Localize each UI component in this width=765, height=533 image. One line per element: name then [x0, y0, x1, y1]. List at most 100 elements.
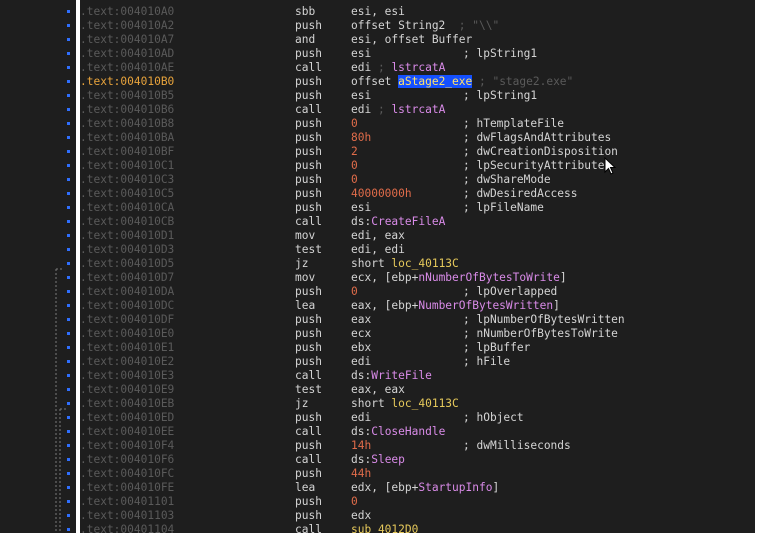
- breakpoint-dot-icon[interactable]: [67, 10, 70, 13]
- instruction-row[interactable]: .text:004010CA push esi ; lpFileName: [0, 201, 755, 215]
- operand-part[interactable]: StartupInfo: [418, 481, 492, 494]
- instruction-address[interactable]: .text:004010E1: [80, 341, 174, 355]
- instruction-operands[interactable]: ds:CreateFileA: [351, 215, 445, 229]
- breakpoint-dot-icon[interactable]: [67, 290, 70, 293]
- instruction-address[interactable]: .text:004010A2: [80, 19, 174, 33]
- instruction-row[interactable]: .text:00401101 push 0: [0, 495, 755, 509]
- instruction-mnemonic[interactable]: call: [295, 61, 322, 75]
- breakpoint-dot-icon[interactable]: [67, 150, 70, 153]
- instruction-address[interactable]: .text:004010B8: [80, 117, 174, 131]
- instruction-address[interactable]: .text:004010E0: [80, 327, 174, 341]
- instruction-address[interactable]: .text:004010CB: [80, 215, 174, 229]
- instruction-row[interactable]: .text:004010FE lea edx, [ebp+StartupInfo]: [0, 481, 755, 495]
- instruction-address[interactable]: .text:004010ED: [80, 411, 174, 425]
- instruction-operands[interactable]: esi, offset Buffer: [351, 33, 472, 47]
- instruction-mnemonic[interactable]: push: [295, 187, 322, 201]
- breakpoint-dot-icon[interactable]: [67, 52, 70, 55]
- breakpoint-dot-icon[interactable]: [67, 416, 70, 419]
- instruction-mnemonic[interactable]: mov: [295, 229, 315, 243]
- instruction-mnemonic[interactable]: call: [295, 453, 322, 467]
- breakpoint-dot-icon[interactable]: [67, 304, 70, 307]
- breakpoint-dot-icon[interactable]: [67, 164, 70, 167]
- instruction-mnemonic[interactable]: jz: [295, 257, 308, 271]
- instruction-row[interactable]: .text:004010DA push 0 ; lpOverlapped: [0, 285, 755, 299]
- instruction-mnemonic[interactable]: call: [295, 523, 322, 533]
- instruction-operands[interactable]: 80h: [351, 131, 371, 145]
- instruction-row[interactable]: .text:004010CB call ds:CreateFileA: [0, 215, 755, 229]
- instruction-operands[interactable]: edi: [351, 355, 371, 369]
- instruction-operands[interactable]: 0: [351, 159, 358, 173]
- instruction-operands[interactable]: edi ; lstrcatA: [351, 103, 445, 117]
- breakpoint-dot-icon[interactable]: [67, 206, 70, 209]
- instruction-row[interactable]: .text:004010D3 test edi, edi: [0, 243, 755, 257]
- breakpoint-dot-icon[interactable]: [67, 430, 70, 433]
- selected-operand[interactable]: aStage2_exe: [398, 75, 473, 88]
- instruction-address[interactable]: .text:004010AE: [80, 61, 174, 75]
- operand-part[interactable]: NumberOfBytesWritten: [418, 299, 553, 312]
- instruction-row[interactable]: .text:00401103 push edx: [0, 509, 755, 523]
- instruction-row[interactable]: .text:004010EE call ds:CloseHandle: [0, 425, 755, 439]
- instruction-operands[interactable]: offset String2 ; "\\": [351, 19, 499, 33]
- instruction-address[interactable]: .text:004010B6: [80, 103, 174, 117]
- instruction-operands[interactable]: short loc_40113C: [351, 397, 459, 411]
- operand-part[interactable]: lstrcatA: [391, 103, 445, 116]
- instruction-address[interactable]: .text:00401103: [80, 509, 174, 523]
- instruction-operands[interactable]: 0: [351, 173, 358, 187]
- instruction-address[interactable]: .text:004010C5: [80, 187, 174, 201]
- instruction-row[interactable]: .text:004010B6 call edi ; lstrcatA: [0, 103, 755, 117]
- instruction-mnemonic[interactable]: test: [295, 383, 322, 397]
- instruction-row[interactable]: .text:004010E2 push edi ; hFile: [0, 355, 755, 369]
- instruction-row[interactable]: .text:004010B5 push esi ; lpString1: [0, 89, 755, 103]
- instruction-row[interactable]: .text:004010D1 mov edi, eax: [0, 229, 755, 243]
- instruction-operands[interactable]: ecx, [ebp+nNumberOfBytesToWrite]: [351, 271, 567, 285]
- instruction-row[interactable]: .text:004010AD push esi ; lpString1: [0, 47, 755, 61]
- instruction-address[interactable]: .text:004010EE: [80, 425, 174, 439]
- instruction-address[interactable]: .text:004010D1: [80, 229, 174, 243]
- instruction-row[interactable]: .text:004010AE call edi ; lstrcatA: [0, 61, 755, 75]
- operand-part[interactable]: nNumberOfBytesToWrite: [418, 271, 559, 284]
- instruction-mnemonic[interactable]: lea: [295, 481, 315, 495]
- instruction-address[interactable]: .text:004010E9: [80, 383, 174, 397]
- disassembly-view[interactable]: .text:004010A0 sbb esi, esi .text:004010A2 p…: [0, 0, 755, 533]
- instruction-operands[interactable]: offset aStage2_exe ; "stage2.exe": [351, 75, 573, 89]
- breakpoint-dot-icon[interactable]: [67, 66, 70, 69]
- instruction-mnemonic[interactable]: lea: [295, 299, 315, 313]
- operand-part[interactable]: Sleep: [371, 453, 405, 466]
- instruction-operands[interactable]: 40000000h: [351, 187, 412, 201]
- instruction-row[interactable]: .text:004010DF push eax ; lpNumberOfBytesWr…: [0, 313, 755, 327]
- vertical-scrollbar[interactable]: [755, 0, 765, 533]
- operand-part[interactable]: lstrcatA: [391, 61, 445, 74]
- breakpoint-dot-icon[interactable]: [67, 374, 70, 377]
- instruction-address[interactable]: .text:004010F6: [80, 453, 174, 467]
- instruction-address[interactable]: .text:004010AD: [80, 47, 174, 61]
- breakpoint-dot-icon[interactable]: [67, 276, 70, 279]
- instruction-row[interactable]: .text:004010D5 jz short loc_40113C: [0, 257, 755, 271]
- breakpoint-dot-icon[interactable]: [67, 402, 70, 405]
- instruction-row[interactable]: .text:004010F4 push 14h ; dwMilliseconds: [0, 439, 755, 453]
- instruction-operands[interactable]: 0: [351, 285, 358, 299]
- instruction-row[interactable]: .text:004010FC push 44h: [0, 467, 755, 481]
- instruction-mnemonic[interactable]: push: [295, 439, 322, 453]
- instruction-operands[interactable]: edi ; lstrcatA: [351, 61, 445, 75]
- instruction-mnemonic[interactable]: call: [295, 425, 322, 439]
- instruction-address[interactable]: .text:00401101: [80, 495, 174, 509]
- instruction-mnemonic[interactable]: mov: [295, 271, 315, 285]
- instruction-operands[interactable]: 0: [351, 495, 358, 509]
- instruction-row[interactable]: .text:004010A0 sbb esi, esi: [0, 5, 755, 19]
- breakpoint-dot-icon[interactable]: [67, 94, 70, 97]
- operand-part[interactable]: WriteFile: [371, 369, 432, 382]
- instruction-operands[interactable]: esi: [351, 89, 371, 103]
- breakpoint-dot-icon[interactable]: [67, 388, 70, 391]
- instruction-mnemonic[interactable]: push: [295, 495, 322, 509]
- breakpoint-dot-icon[interactable]: [67, 38, 70, 41]
- instruction-address[interactable]: .text:004010D7: [80, 271, 174, 285]
- instruction-row[interactable]: .text:004010EB jz short loc_40113C: [0, 397, 755, 411]
- breakpoint-dot-icon[interactable]: [67, 444, 70, 447]
- instruction-mnemonic[interactable]: push: [295, 509, 322, 523]
- instruction-operands[interactable]: edx, [ebp+StartupInfo]: [351, 481, 499, 495]
- instruction-mnemonic[interactable]: push: [295, 285, 322, 299]
- operand-part[interactable]: loc_40113C: [391, 257, 458, 270]
- breakpoint-dot-icon[interactable]: [67, 24, 70, 27]
- instruction-row[interactable]: .text:004010D7 mov ecx, [ebp+nNumberOfByte…: [0, 271, 755, 285]
- breakpoint-dot-icon[interactable]: [67, 262, 70, 265]
